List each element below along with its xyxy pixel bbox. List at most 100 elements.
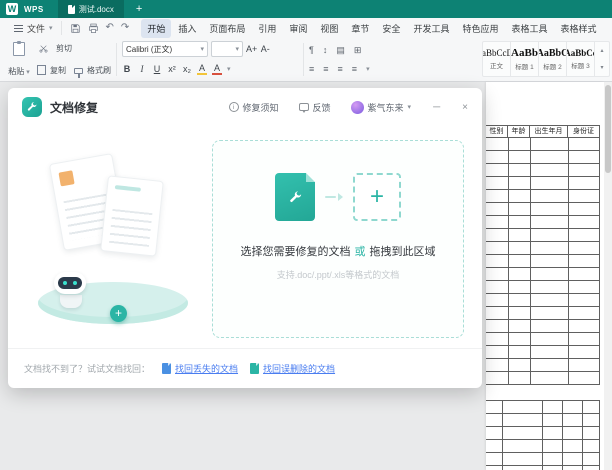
account-menu[interactable]: 紫气东来 ▾ [350, 100, 411, 114]
align-justify-icon[interactable]: ≡ [352, 64, 357, 74]
tab-table-tools[interactable]: 表格工具 [505, 19, 553, 38]
style-normal[interactable]: AaBbCcDd 正文 [483, 42, 511, 76]
font-name-select[interactable]: Calibri (正文) ▾ [122, 41, 208, 57]
redo-icon[interactable]: ↷ [121, 23, 129, 33]
tab-review[interactable]: 审阅 [283, 19, 313, 38]
chevron-down-icon: ▾ [200, 46, 204, 53]
recover-lost-link[interactable]: 找回丢失的文档 [162, 362, 238, 375]
tab-security[interactable]: 安全 [376, 19, 406, 38]
scrollbar-thumb[interactable] [605, 85, 611, 173]
copy-label: 复制 [50, 66, 66, 75]
print-icon[interactable] [88, 23, 99, 34]
brand-name: WPS [24, 4, 44, 14]
underline-button[interactable]: U [152, 64, 162, 74]
highlight-color-button[interactable]: A [197, 63, 207, 75]
table-header-cell: 性别 [486, 126, 508, 137]
line-spacing-icon[interactable]: ↕ [323, 45, 328, 55]
tab-special-apps[interactable]: 特色应用 [456, 19, 504, 38]
dialog-title: 文档修复 [50, 100, 99, 115]
repair-notice-link[interactable]: i 修复须知 [228, 101, 279, 114]
tab-home[interactable]: 开始 [141, 18, 172, 38]
document-table: 性别 年龄 出生年月 身份证 [486, 125, 600, 385]
italic-button[interactable]: I [137, 64, 147, 74]
hamburger-icon [14, 24, 23, 32]
arrow-connector-icon [325, 193, 343, 201]
style-label: 标题 3 [571, 63, 590, 70]
align-right-icon[interactable]: ≡ [338, 64, 343, 74]
shrink-font-button[interactable]: A- [260, 44, 270, 54]
dropzone-formats-hint: 支持.doc/.ppt/.xls等格式的文档 [276, 270, 400, 280]
close-button[interactable]: × [462, 102, 468, 113]
style-preview: AaBbC [539, 47, 567, 59]
font-color-button[interactable]: A [212, 63, 222, 75]
pilcrow-icon[interactable]: ¶ [309, 45, 314, 55]
bold-button[interactable]: B [122, 64, 132, 74]
minimize-button[interactable]: ─ [433, 102, 440, 113]
cut-button[interactable]: 剪切 [39, 43, 111, 54]
table-header-cell: 身份证 [568, 126, 600, 137]
robot-head [54, 272, 86, 294]
undo-icon[interactable]: ↶ [106, 23, 114, 33]
style-heading1[interactable]: AaBb 标题 1 [511, 42, 539, 76]
document-icon [162, 363, 172, 374]
vertical-scrollbar[interactable] [604, 82, 612, 470]
document-repair-dialog: 文档修复 i 修复须知 反馈 紫气东来 ▾ ─ × + + 选择您需要修复的文档… [8, 88, 482, 388]
tab-page-layout[interactable]: 页面布局 [203, 19, 251, 38]
document-page[interactable]: 性别 年龄 出生年月 身份证 [486, 82, 604, 470]
style-heading3[interactable]: AaBbCc 标题 3 [567, 42, 595, 76]
tab-section[interactable]: 章节 [345, 19, 375, 38]
paste-button[interactable]: 粘贴 ▾ [4, 41, 34, 78]
font-size-select[interactable]: ▾ [211, 41, 243, 57]
borders-icon[interactable]: ⊞ [354, 45, 362, 56]
subscript-button[interactable]: x₂ [182, 64, 192, 74]
shading-icon[interactable]: ▤ [336, 45, 345, 56]
table-header-row: 性别 年龄 出生年月 身份证 [486, 125, 600, 138]
add-file-button[interactable]: + [353, 173, 401, 221]
scissors-icon [39, 45, 48, 53]
save-icon[interactable] [70, 23, 81, 34]
table-header-cell: 年龄 [508, 126, 530, 137]
illustration-document [100, 175, 164, 257]
feedback-link[interactable]: 反馈 [298, 101, 331, 114]
font-name-value: Calibri (正文) [126, 44, 173, 54]
divider [303, 43, 304, 76]
document-tab[interactable]: 测试.docx [57, 0, 124, 18]
medical-plus-icon: + [110, 305, 127, 322]
copy-button[interactable]: 复制 [37, 64, 66, 76]
tab-insert[interactable]: 插入 [172, 19, 202, 38]
username: 紫气东来 [367, 102, 404, 113]
style-heading2[interactable]: AaBbC 标题 2 [539, 42, 567, 76]
paragraph-group: ¶ ↕ ▤ ⊞ ≡ ≡ ≡ ≡ ▾ [309, 41, 449, 78]
new-tab-button[interactable]: + [136, 0, 142, 18]
tab-view[interactable]: 视图 [314, 19, 344, 38]
file-dropzone[interactable]: + 选择您需要修复的文档或拖拽到此区域 支持.doc/.ppt/.xls等格式的… [212, 140, 464, 338]
file-menu-button[interactable]: 文件 ▾ [6, 21, 62, 35]
tab-table-style[interactable]: 表格样式 [554, 19, 602, 38]
feedback-label: 反馈 [312, 102, 331, 113]
titlebar: W WPS 测试.docx + [0, 0, 612, 18]
ribbon: 粘贴 ▾ 剪切 复制 格式刷 Calibri (正文) ▾ ▾ A+ A- B … [0, 38, 612, 82]
gallery-scroll-up-icon[interactable]: ▴ [600, 47, 603, 54]
recover-deleted-link[interactable]: 找回误删除的文档 [250, 362, 335, 375]
tab-references[interactable]: 引用 [252, 19, 282, 38]
align-left-icon[interactable]: ≡ [309, 64, 314, 74]
tab-dev-tools[interactable]: 开发工具 [407, 19, 455, 38]
table-rows [486, 138, 600, 385]
superscript-button[interactable]: x² [167, 64, 177, 74]
gallery-scroll-down-icon[interactable]: ▾ [600, 64, 603, 71]
align-center-icon[interactable]: ≡ [323, 64, 328, 74]
document-icon [67, 4, 75, 14]
info-icon: i [228, 102, 239, 112]
style-label: 标题 1 [515, 64, 534, 71]
workspace: 性别 年龄 出生年月 身份证 文档修复 i 修复须知 反馈 紫气东来 ▾ ─ ×… [0, 82, 612, 470]
chevron-down-icon: ▾ [26, 68, 30, 76]
style-preview: AaBb [511, 47, 538, 59]
format-painter-button[interactable]: 格式刷 [74, 65, 111, 78]
paste-label: 粘贴 [8, 67, 25, 76]
dialog-body: + + 选择您需要修复的文档或拖拽到此区域 支持.doc/.ppt/.xls等格… [8, 126, 482, 348]
grow-font-button[interactable]: A+ [246, 44, 257, 54]
dropzone-text-or: 或 [354, 246, 366, 258]
font-group: Calibri (正文) ▾ ▾ A+ A- B I U x² x₂ A A ▾ [122, 41, 298, 78]
dropzone-instruction: 选择您需要修复的文档或拖拽到此区域 [213, 243, 463, 259]
format-painter-icon [74, 67, 83, 78]
